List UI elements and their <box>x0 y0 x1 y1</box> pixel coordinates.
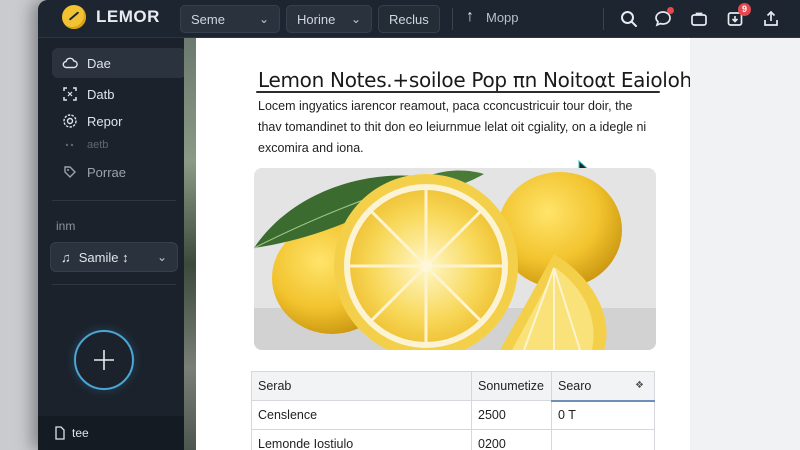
chevron-down-icon: ⌄ <box>258 12 269 26</box>
app-logo[interactable]: LEMOR <box>62 5 160 29</box>
sort-arrow-icon[interactable]: ❖ <box>635 380 644 391</box>
search-icon <box>621 11 637 27</box>
sidebar-section-label: inm <box>56 219 76 233</box>
toolbar-button-reclus[interactable]: Reclus <box>378 5 440 33</box>
settings-gear-icon <box>62 113 78 129</box>
app-name: LEMOR <box>96 7 160 26</box>
toolbar-dropdown-seme[interactable]: Seme ⌄ <box>180 5 280 33</box>
table-cell <box>551 429 655 450</box>
downloads-button[interactable]: 9 <box>724 3 751 30</box>
sidebar-footer[interactable]: tee <box>38 416 184 450</box>
table-header-row: Serab Sonumetize Searo ❖ <box>251 371 655 402</box>
sidebar-item-aetb[interactable]: aetb <box>52 130 186 160</box>
chevron-down-icon: ⌄ <box>156 250 167 264</box>
dim-dots-icon <box>62 137 78 153</box>
toolbar-divider <box>452 8 453 30</box>
share-button[interactable] <box>760 8 782 30</box>
right-panel <box>690 38 800 450</box>
background-photo-strip <box>184 38 196 450</box>
expand-icon <box>62 86 78 102</box>
sidebar-item-label: Repor <box>87 113 123 129</box>
table-cell: Lemonde Iostiulo <box>251 429 472 450</box>
add-button[interactable] <box>74 330 134 390</box>
lemon-logo-icon <box>62 5 86 29</box>
document-icon <box>55 426 65 440</box>
plus-icon <box>94 350 114 370</box>
table-header-cell[interactable]: Serab <box>251 371 472 401</box>
move-label: Mopp <box>486 9 519 25</box>
table-header-cell[interactable]: Sonumetize <box>471 371 552 401</box>
app-window: LEMOR Seme ⌄ Horine ⌄ Reclus ↑ Mopp 9 Da… <box>38 0 800 450</box>
data-table: Serab Sonumetize Searo ❖ Censlence 2500 … <box>251 371 655 450</box>
title-underline <box>256 91 660 93</box>
sidebar-item-label: Porrae <box>87 164 127 180</box>
sidebar-item-label: Datb <box>87 86 115 102</box>
search-button[interactable] <box>618 8 640 30</box>
footer-label: tee <box>72 426 89 440</box>
share-upload-icon <box>764 10 778 26</box>
sidebar-item-label: Dae <box>87 55 111 71</box>
table-cell: 0 T <box>551 400 655 430</box>
lemon-illustration <box>254 168 656 350</box>
sidebar-item-dae[interactable]: Dae <box>52 48 186 78</box>
chevron-down-icon: ⌄ <box>350 12 361 26</box>
sidebar-select[interactable]: ♫ Samile ↕ ⌄ <box>50 242 178 272</box>
lemon-photo <box>254 168 656 350</box>
document-body-text[interactable]: Locem ingyatics iarencor reamout, paca c… <box>258 96 658 159</box>
sidebar-item-porrae[interactable]: Porrae <box>52 157 186 187</box>
sidebar-divider <box>52 284 176 285</box>
document-title[interactable]: Lemon Notes.+soiloe Pop πn Noitoαt Eaiol… <box>258 68 690 92</box>
chat-button[interactable] <box>652 7 674 30</box>
header-label: Searo <box>558 378 592 393</box>
table-row[interactable]: Censlence 2500 0 T <box>251 400 655 430</box>
notification-dot <box>667 7 674 14</box>
top-bar: LEMOR Seme ⌄ Horine ⌄ Reclus ↑ Mopp 9 <box>38 0 800 38</box>
table-header-cell-active[interactable]: Searo ❖ <box>551 371 655 402</box>
document-page[interactable]: Lemon Notes.+soiloe Pop πn Noitoαt Eaiol… <box>196 38 690 450</box>
table-row[interactable]: Lemonde Iostiulo 0200 <box>251 429 655 450</box>
briefcase-button[interactable] <box>688 8 710 30</box>
button-label: Reclus <box>389 11 429 27</box>
briefcase-icon <box>691 12 707 26</box>
sidebar-item-label: aetb <box>87 139 109 151</box>
cloud-icon <box>62 55 78 71</box>
toolbar-dropdown-horine[interactable]: Horine ⌄ <box>286 5 372 33</box>
select-value: Samile ↕ <box>78 249 129 265</box>
tag-icon <box>62 164 78 180</box>
move-button[interactable]: ↑ Mopp <box>466 8 519 26</box>
toolbar-divider <box>603 8 604 30</box>
sidebar-divider <box>52 200 176 201</box>
table-cell: Censlence <box>251 400 472 430</box>
dropdown-label: Seme <box>191 11 225 27</box>
notification-count-badge: 9 <box>738 3 751 16</box>
dropdown-label: Horine <box>297 11 336 27</box>
sidebar-item-datb[interactable]: Datb <box>52 79 186 109</box>
table-cell: 0200 <box>471 429 552 450</box>
arrow-up-icon: ↑ <box>466 8 474 25</box>
table-cell: 2500 <box>471 400 552 430</box>
music-note-icon: ♫ <box>61 249 71 265</box>
sidebar: Dae Datb Repor aetb Porrae inm ♫ Samile … <box>38 38 186 450</box>
